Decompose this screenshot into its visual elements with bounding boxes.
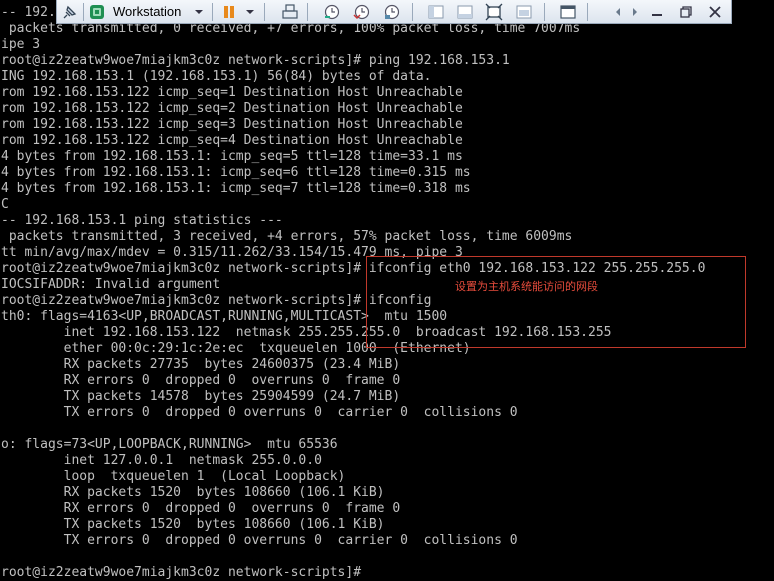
- terminal-line: TX packets 14578 bytes 25904599 (24.7 Mi…: [1, 389, 401, 404]
- send-keys-icon[interactable]: [281, 3, 299, 21]
- terminal-line: TX packets 1520 bytes 108660 (106.1 KiB): [1, 517, 385, 532]
- toolbar-separator: [544, 3, 545, 21]
- chevron-left-icon[interactable]: [609, 3, 627, 21]
- terminal-line: ipe 3: [1, 37, 41, 52]
- terminal-line: C: [1, 197, 9, 212]
- chevron-down-icon[interactable]: [241, 3, 259, 21]
- snapshot-icon[interactable]: [323, 3, 341, 21]
- minimize-icon[interactable]: [648, 3, 666, 21]
- terminal-line: rom 192.168.153.122 icmp_seq=3 Destinati…: [1, 117, 463, 132]
- unity-view-icon[interactable]: [515, 3, 533, 21]
- console-view-icon[interactable]: [456, 3, 474, 21]
- terminal-line: 4 bytes from 192.168.153.1: icmp_seq=7 t…: [1, 181, 471, 196]
- annotation-box: [366, 256, 746, 348]
- terminal-line: RX errors 0 dropped 0 overruns 0 frame 0: [1, 373, 401, 388]
- chevron-down-icon[interactable]: [190, 3, 208, 21]
- terminal-line: packets transmitted, 3 received, +4 erro…: [1, 229, 573, 244]
- close-icon[interactable]: [706, 3, 724, 21]
- terminal-line: loop txqueuelen 1 (Local Loopback): [1, 469, 346, 484]
- terminal-line: -- 192.168.153.1 ping statistics ---: [1, 213, 283, 228]
- fullscreen-icon[interactable]: [485, 3, 503, 21]
- workstation-icon: [88, 3, 106, 21]
- toolbar-separator: [264, 3, 265, 21]
- vmware-toolbar: Workstation: [56, 0, 732, 24]
- toolbar-separator: [212, 3, 213, 21]
- terminal-line: 4 bytes from 192.168.153.1: icmp_seq=5 t…: [1, 149, 463, 164]
- toolbar-separator: [83, 3, 84, 21]
- terminal-line: 4 bytes from 192.168.153.1: icmp_seq=6 t…: [1, 165, 471, 180]
- vm-name-label[interactable]: Workstation: [113, 3, 181, 21]
- toolbar-separator: [587, 3, 588, 21]
- revert-snapshot-icon[interactable]: [353, 3, 371, 21]
- sidebar-view-icon[interactable]: [427, 3, 445, 21]
- terminal-line: IOCSIFADDR: Invalid argument: [1, 277, 221, 292]
- terminal-line: rom 192.168.153.122 icmp_seq=1 Destinati…: [1, 85, 463, 100]
- chevron-right-icon[interactable]: [626, 3, 644, 21]
- terminal-line: rom 192.168.153.122 icmp_seq=2 Destinati…: [1, 101, 463, 116]
- toolbar-separator: [307, 3, 308, 21]
- toolbar-separator: [412, 3, 413, 21]
- library-view-icon[interactable]: [559, 3, 577, 21]
- restore-icon[interactable]: [677, 3, 695, 21]
- terminal-line: root@iz2zeatw9woe7miajkm3c0z network-scr…: [1, 565, 369, 580]
- pause-icon[interactable]: [220, 3, 238, 21]
- terminal-line: ING 192.168.153.1 (192.168.153.1) 56(84)…: [1, 69, 432, 84]
- terminal-line: RX packets 27735 bytes 24600375 (23.4 Mi…: [1, 357, 401, 372]
- annotation-text: 设置为主机系统能访问的网段: [455, 280, 598, 293]
- terminal-line: RX packets 1520 bytes 108660 (106.1 KiB): [1, 485, 385, 500]
- terminal-line: TX errors 0 dropped 0 overruns 0 carrier…: [1, 533, 518, 548]
- terminal-line: root@iz2zeatw9woe7miajkm3c0z network-scr…: [1, 53, 510, 68]
- terminal-line: rom 192.168.153.122 icmp_seq=4 Destinati…: [1, 133, 463, 148]
- snapshot-manager-icon[interactable]: [383, 3, 401, 21]
- terminal-line: o: flags=73<UP,LOOPBACK,RUNNING> mtu 655…: [1, 437, 338, 452]
- terminal-line: TX errors 0 dropped 0 overruns 0 carrier…: [1, 405, 518, 420]
- terminal-line: inet 127.0.0.1 netmask 255.0.0.0: [1, 453, 322, 468]
- pin-icon[interactable]: [61, 3, 79, 21]
- terminal-line: RX errors 0 dropped 0 overruns 0 frame 0: [1, 501, 401, 516]
